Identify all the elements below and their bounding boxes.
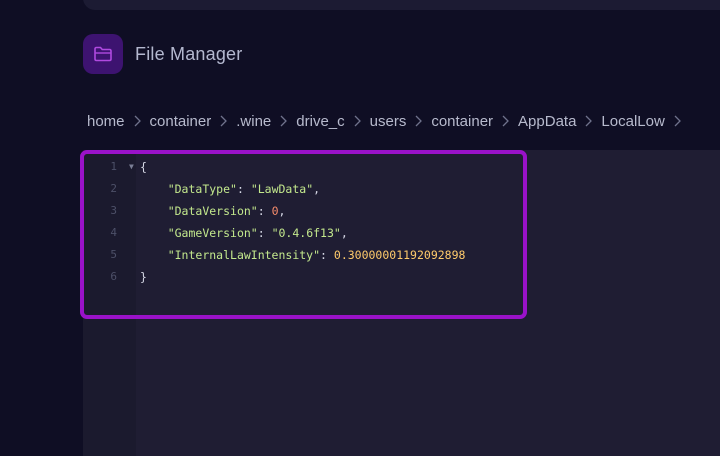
breadcrumb-item-locallow[interactable]: LocalLow bbox=[601, 113, 664, 130]
chevron-right-icon bbox=[280, 115, 288, 127]
top-bar bbox=[83, 0, 720, 10]
breadcrumb-item-container[interactable]: container bbox=[150, 113, 212, 130]
chevron-right-icon bbox=[585, 115, 593, 127]
breadcrumb-item-container-2[interactable]: container bbox=[431, 113, 493, 130]
breadcrumb-item-users[interactable]: users bbox=[370, 113, 407, 130]
breadcrumb-item-drive-c[interactable]: drive_c bbox=[296, 113, 344, 130]
app-title: File Manager bbox=[135, 43, 243, 64]
breadcrumb: home container .wine drive_c users conta… bbox=[87, 108, 690, 134]
folder-icon[interactable] bbox=[83, 34, 123, 74]
chevron-right-icon bbox=[134, 115, 141, 127]
chevron-right-icon bbox=[674, 115, 681, 127]
breadcrumb-item-home[interactable]: home bbox=[87, 113, 125, 130]
chevron-right-icon bbox=[220, 115, 228, 127]
editor-highlight-frame bbox=[80, 150, 527, 319]
breadcrumb-item-wine[interactable]: .wine bbox=[236, 113, 271, 130]
breadcrumb-item-appdata[interactable]: AppData bbox=[518, 113, 576, 130]
chevron-right-icon bbox=[354, 115, 361, 127]
app-header: File Manager bbox=[83, 34, 242, 74]
chevron-right-icon bbox=[502, 115, 509, 127]
chevron-right-icon bbox=[415, 115, 423, 127]
